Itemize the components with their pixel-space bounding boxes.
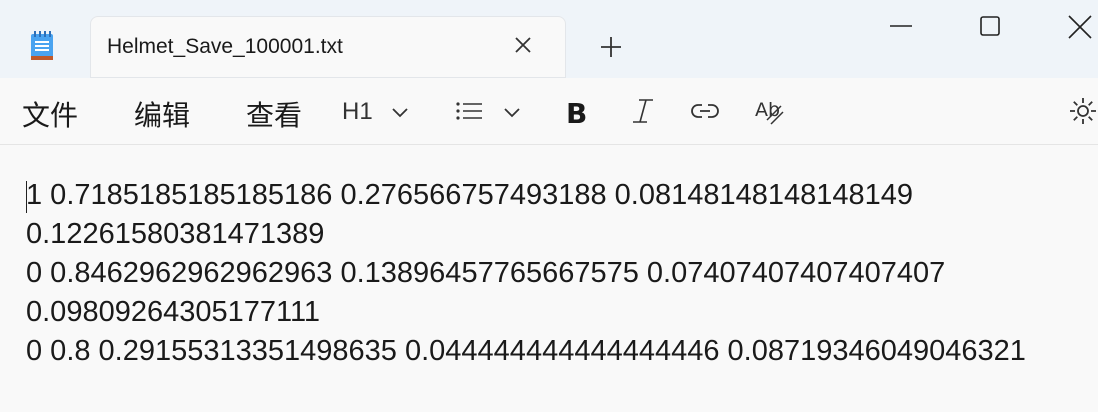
list-icon[interactable] bbox=[454, 96, 484, 126]
gear-icon[interactable] bbox=[1068, 96, 1098, 126]
text-line: 1 0.7185185185185186 0.276566757493188 0… bbox=[26, 179, 914, 211]
text-line: 0.12261580381471389 bbox=[26, 218, 325, 250]
file-tab[interactable]: Helmet_Save_100001.txt bbox=[90, 16, 566, 78]
menu-edit[interactable]: 编辑 bbox=[134, 94, 190, 134]
italic-icon[interactable] bbox=[628, 96, 658, 126]
title-bar: Helmet_Save_100001.txt bbox=[0, 0, 1098, 78]
text-line: 0.09809264305177111 bbox=[26, 296, 321, 328]
chevron-down-icon[interactable] bbox=[390, 102, 410, 122]
toolbar: 文件 编辑 查看 H1 B Ab bbox=[0, 78, 1098, 145]
bold-icon[interactable]: B bbox=[562, 96, 592, 126]
svg-text:B: B bbox=[566, 97, 587, 126]
notepad-icon bbox=[31, 31, 53, 60]
heading-dropdown[interactable]: H1 bbox=[342, 98, 373, 126]
close-icon[interactable] bbox=[511, 33, 535, 57]
spellcheck-icon[interactable]: Ab bbox=[754, 96, 784, 126]
close-icon[interactable] bbox=[1066, 14, 1096, 44]
menu-view[interactable]: 查看 bbox=[246, 94, 302, 134]
maximize-icon[interactable] bbox=[976, 14, 1006, 44]
minimize-icon[interactable] bbox=[886, 14, 916, 44]
tab-title: Helmet_Save_100001.txt bbox=[107, 35, 343, 58]
menu-file[interactable]: 文件 bbox=[22, 94, 78, 134]
text-editor[interactable]: 1 0.7185185185185186 0.276566757493188 0… bbox=[26, 176, 1088, 371]
plus-icon[interactable] bbox=[598, 34, 624, 60]
text-line: 0 0.8 0.29155313351498635 0.044444444444… bbox=[26, 335, 1026, 367]
link-icon[interactable] bbox=[690, 96, 720, 126]
chevron-down-icon[interactable] bbox=[502, 102, 522, 122]
text-line: 0 0.8462962962962963 0.13896457765667575… bbox=[26, 257, 946, 289]
